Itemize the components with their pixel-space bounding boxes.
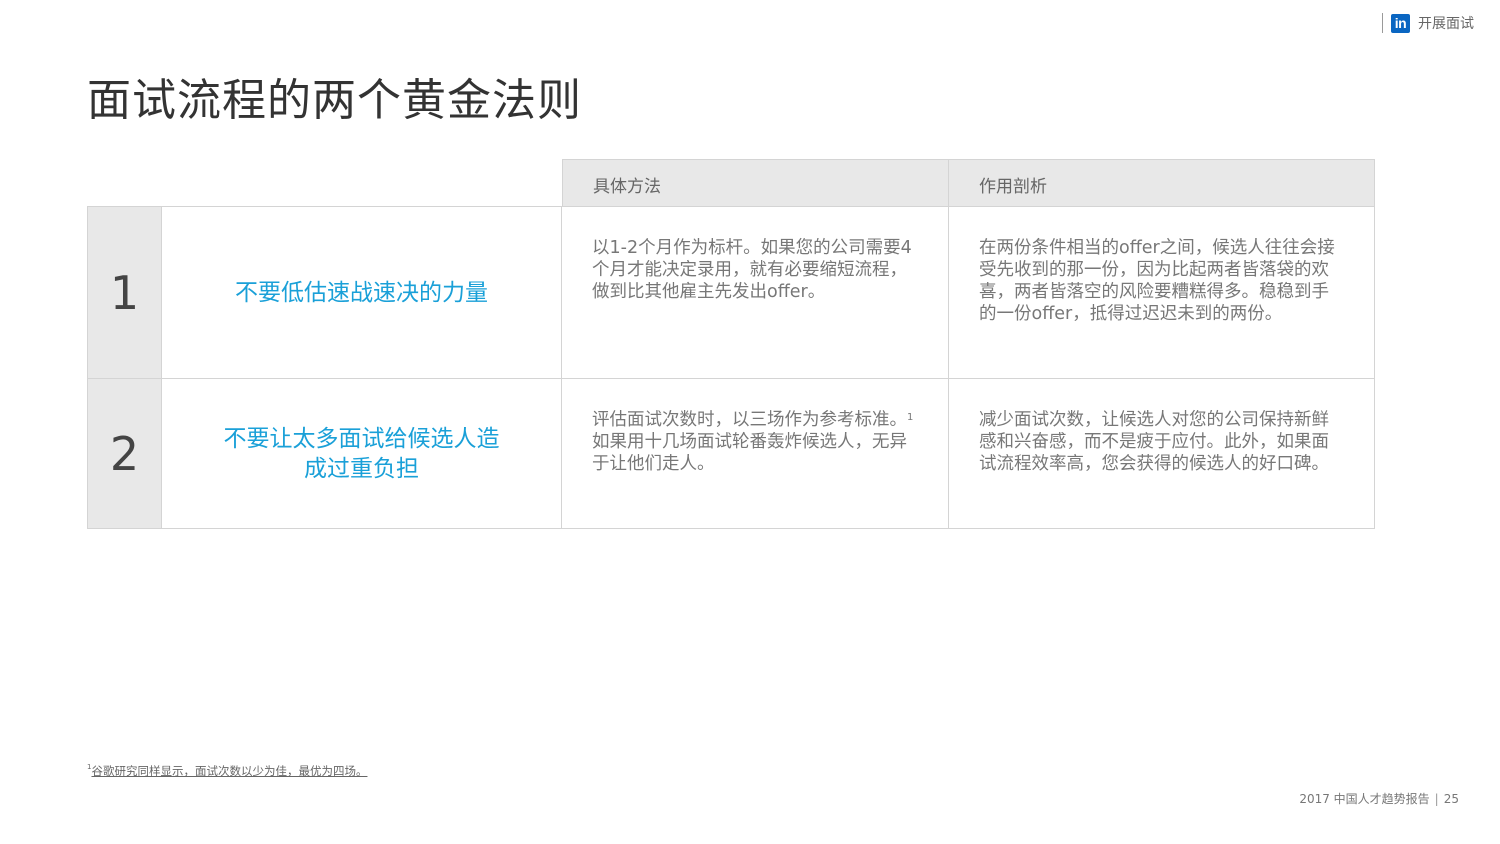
method-text: 以1-2个月作为标杆。如果您的公司需要4个月才能决定录用，就有必要缩短流程，做到… <box>562 207 949 379</box>
footnote-text[interactable]: 谷歌研究同样显示，面试次数以少为佳，最优为四场。 <box>91 764 367 778</box>
page-title: 面试流程的两个黄金法则 <box>87 75 582 126</box>
analysis-text: 减少面试次数，让候选人对您的公司保持新鲜感和兴奋感，而不是疲于应付。此外，如果面… <box>949 379 1375 529</box>
divider <box>1382 13 1383 33</box>
column-header-analysis: 作用剖析 <box>949 159 1375 207</box>
method-text: 评估面试次数时，以三场作为参考标准。1 如果用十几场面试轮番轰炸候选人，无异于让… <box>562 379 949 529</box>
rule-title: 不要让太多面试给候选人造成过重负担 <box>162 379 562 529</box>
section-label: 开展面试 <box>1418 16 1474 32</box>
header-blank <box>87 159 562 207</box>
method-text-part1: 评估面试次数时，以三场作为参考标准。 <box>592 410 907 430</box>
slide: in 开展面试 面试流程的两个黄金法则 具体方法 作用剖析 1 不要低估速战速决… <box>0 0 1500 844</box>
footer-separator: | <box>1434 791 1439 806</box>
analysis-text: 在两份条件相当的offer之间，候选人往往会接受先收到的那一份，因为比起两者皆落… <box>949 207 1375 379</box>
page-footer: 2017 中国人才趋势报告 | 25 <box>1299 790 1459 807</box>
page-number: 25 <box>1443 791 1459 806</box>
footnote: 1谷歌研究同样显示，面试次数以少为佳，最优为四场。 <box>87 763 367 779</box>
report-name: 2017 中国人才趋势报告 <box>1299 792 1430 806</box>
rule-title-text: 不要让太多面试给候选人造成过重负担 <box>223 425 500 482</box>
rules-table: 具体方法 作用剖析 1 不要低估速战速决的力量 以1-2个月作为标杆。如果您的公… <box>87 159 1375 529</box>
header-badge: in 开展面试 <box>1382 13 1474 33</box>
linkedin-logo-icon: in <box>1391 13 1410 33</box>
row-number: 2 <box>87 379 162 529</box>
footnote-ref[interactable]: 1 <box>907 412 913 423</box>
column-header-method: 具体方法 <box>562 159 949 207</box>
rule-title: 不要低估速战速决的力量 <box>162 207 562 379</box>
method-text-part2: 如果用十几场面试轮番轰炸候选人，无异于让他们走人。 <box>592 432 907 474</box>
row-number: 1 <box>87 207 162 379</box>
